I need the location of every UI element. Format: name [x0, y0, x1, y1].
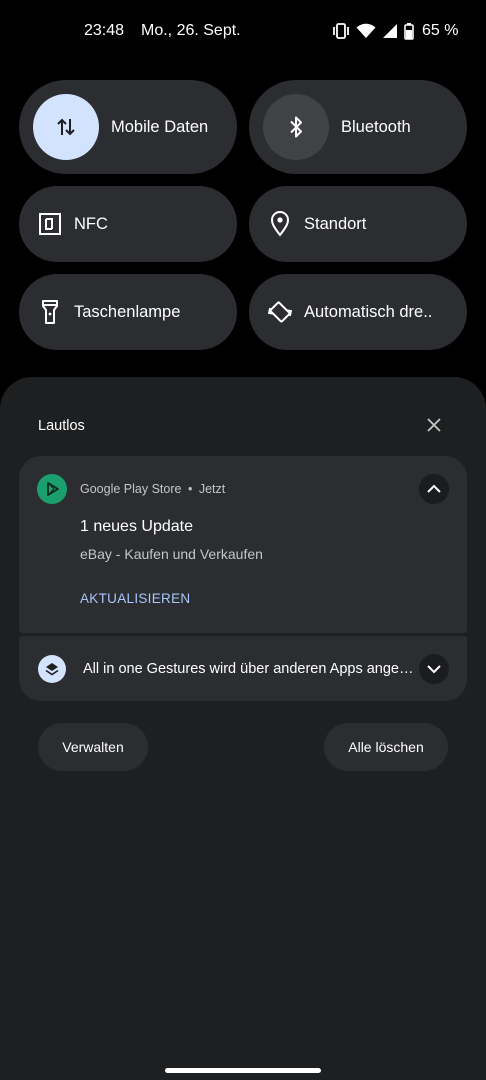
chevron-down-icon: [427, 665, 441, 674]
manage-button[interactable]: Verwalten: [38, 723, 148, 771]
bluetooth-icon: [290, 116, 302, 138]
battery-percent: 65 %: [422, 22, 459, 39]
vibrate-icon: [333, 23, 349, 39]
nfc-icon-wrap: [35, 209, 65, 239]
notification-text: eBay - Kaufen und Verkaufen: [80, 546, 263, 562]
mobile-data-arrows-icon: [57, 118, 75, 136]
tile-location[interactable]: Standort: [249, 186, 467, 262]
auto-rotate-icon-wrap: [265, 297, 295, 327]
battery-icon: [404, 22, 414, 40]
status-time: 23:48: [84, 22, 125, 39]
close-icon[interactable]: [424, 415, 444, 435]
home-gesture-bar[interactable]: [165, 1068, 321, 1073]
notification-meta: Google Play Store • Jetzt: [80, 482, 225, 496]
notification-app-name: Google Play Store: [80, 482, 182, 496]
layers-icon: [45, 663, 59, 676]
play-store-icon: [47, 482, 59, 496]
chevron-up-icon: [427, 484, 441, 493]
tile-nfc[interactable]: NFC: [19, 186, 237, 262]
gestures-notification-text: All in one Gestures wird über anderen Ap…: [83, 661, 414, 677]
flashlight-icon-wrap: [35, 297, 65, 327]
signal-icon: [383, 24, 397, 38]
update-action-button[interactable]: AKTUALISIEREN: [80, 591, 190, 606]
tile-bluetooth-label: Bluetooth: [341, 117, 411, 136]
flashlight-icon: [42, 300, 58, 324]
notification-play-store[interactable]: Google Play Store • Jetzt 1 neues Update…: [19, 456, 467, 633]
clear-all-button[interactable]: Alle löschen: [324, 723, 448, 771]
auto-rotate-icon: [267, 301, 293, 323]
tile-flashlight-label: Taschenlampe: [74, 302, 181, 321]
expand-button[interactable]: [419, 654, 449, 684]
section-title-silent: Lautlos: [38, 418, 85, 434]
tile-bluetooth[interactable]: Bluetooth: [249, 80, 467, 174]
tile-flashlight[interactable]: Taschenlampe: [19, 274, 237, 350]
status-bar: 23:48 Mo., 26. Sept. 65 %: [0, 0, 486, 62]
notification-time: Jetzt: [198, 482, 226, 496]
tile-auto-rotate[interactable]: Automatisch dre..: [249, 274, 467, 350]
mobile-data-icon-circle: [33, 94, 99, 160]
tile-auto-rotate-label: Automatisch dre..: [304, 302, 433, 321]
notification-gestures[interactable]: All in one Gestures wird über anderen Ap…: [19, 636, 467, 701]
nfc-icon: [39, 213, 61, 235]
notification-title: 1 neues Update: [80, 518, 193, 535]
bluetooth-icon-circle: [263, 94, 329, 160]
tile-location-label: Standort: [304, 214, 367, 233]
tile-mobile-data[interactable]: Mobile Daten: [19, 80, 237, 174]
gestures-app-icon: [38, 655, 66, 683]
play-store-app-icon: [37, 474, 67, 504]
location-pin-icon: [270, 211, 290, 237]
collapse-button[interactable]: [419, 474, 449, 504]
meta-separator: •: [187, 482, 193, 496]
location-icon-wrap: [265, 209, 295, 239]
status-date: Mo., 26. Sept.: [141, 22, 241, 39]
status-icons: 65 %: [332, 21, 458, 41]
tile-mobile-data-label: Mobile Daten: [111, 117, 209, 136]
tile-nfc-label: NFC: [74, 214, 108, 233]
wifi-icon: [356, 23, 376, 38]
